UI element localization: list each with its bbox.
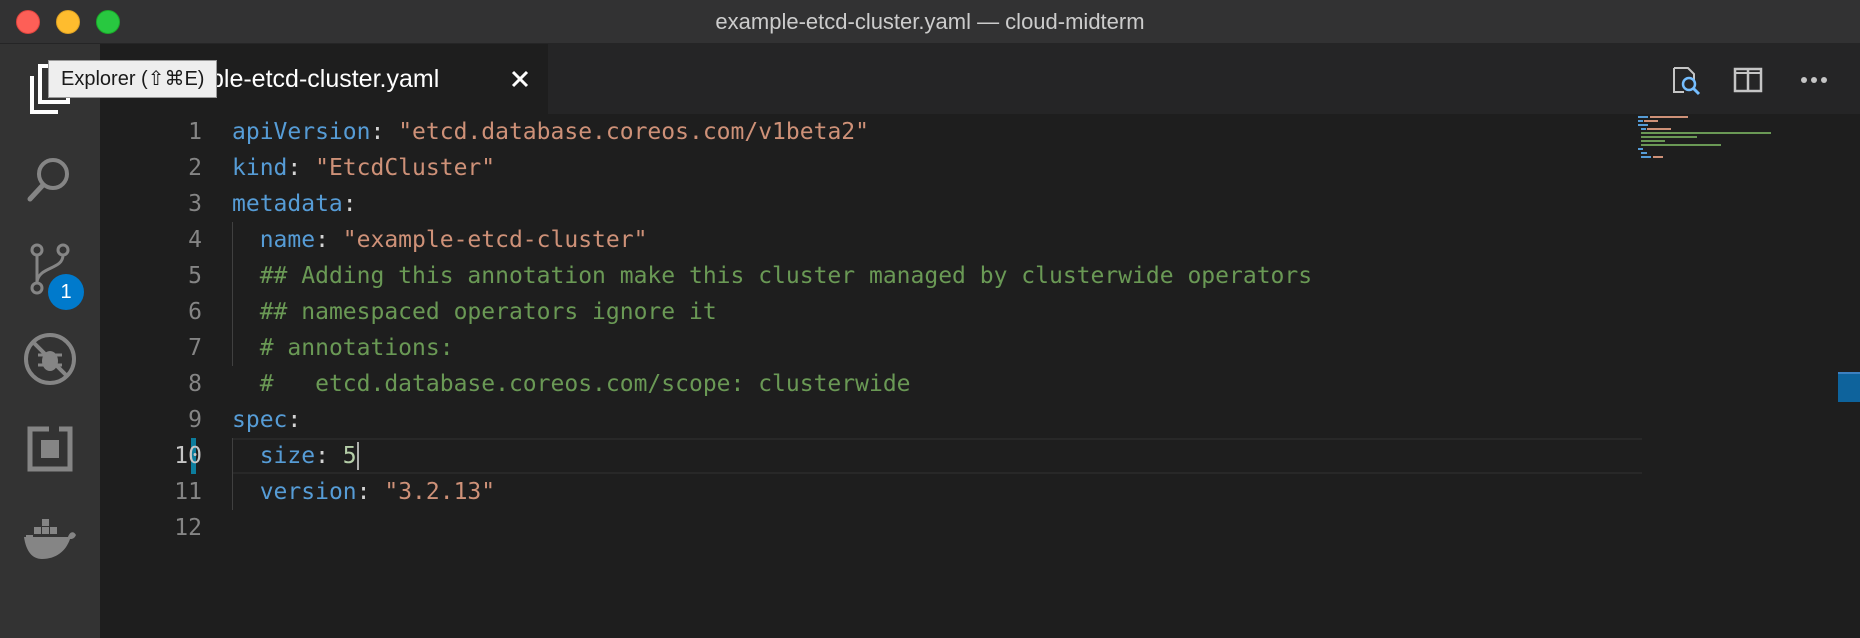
editor-actions	[1660, 44, 1860, 114]
minimap-line	[1641, 156, 1651, 158]
code-token: apiVersion	[232, 119, 371, 145]
minimap[interactable]	[1638, 114, 1818, 638]
split-editor-icon[interactable]	[1732, 64, 1764, 96]
code-token: :	[356, 479, 385, 505]
code-line: ## Adding this annotation make this clus…	[232, 258, 1312, 294]
minimap-line	[1647, 128, 1671, 130]
minimap-line	[1638, 116, 1648, 118]
code-token: version	[259, 479, 357, 505]
activity-search[interactable]	[0, 134, 100, 224]
code-token: size	[259, 443, 316, 469]
code-line: apiVersion: "etcd.database.coreos.com/v1…	[232, 114, 869, 150]
code-token: :	[370, 119, 399, 145]
code-token: :	[315, 443, 343, 469]
activity-docker[interactable]	[0, 494, 100, 584]
minimap-line	[1641, 140, 1665, 142]
tab-bar: ple-etcd-cluster.yaml	[100, 44, 1860, 114]
minimap-line	[1638, 124, 1648, 126]
code-token: # annotations:	[259, 335, 454, 361]
code-token: :	[342, 191, 357, 217]
minimap-line	[1641, 144, 1721, 146]
minimap-line	[1653, 156, 1663, 158]
ellipsis-icon[interactable]	[1798, 64, 1830, 96]
explorer-tooltip: Explorer (⇧⌘E)	[48, 60, 218, 98]
line-number: 6	[188, 299, 202, 325]
minimap-line	[1641, 132, 1771, 134]
code-token: "example-etcd-cluster"	[342, 227, 648, 253]
code-token: ## Adding this annotation make this clus…	[259, 263, 1313, 289]
source-control-badge: 1	[48, 274, 84, 310]
code-line: kind: "EtcdCluster"	[232, 150, 495, 186]
code-token: :	[315, 227, 343, 253]
line-number: 11	[174, 479, 202, 505]
minimap-line	[1641, 128, 1646, 130]
line-number: 1	[188, 119, 202, 145]
code-editor[interactable]: 1 2 3 4 5 6 7 8 9 10 11 12 apiVersion: "etcd.databa…	[100, 114, 1860, 638]
code-token: name	[259, 227, 316, 253]
scrollbar-cursor-marker	[1838, 372, 1860, 402]
line-number: 9	[188, 407, 202, 433]
tab-label: ple-etcd-cluster.yaml	[210, 65, 440, 93]
code-token: "3.2.13"	[384, 479, 496, 505]
line-number: 8	[188, 371, 202, 397]
code-token: # etcd.database.coreos.com/scope: cluste…	[259, 371, 911, 397]
activity-source-control[interactable]: 1	[0, 224, 100, 314]
minimap-line	[1644, 120, 1658, 122]
search-icon	[27, 158, 69, 202]
debug-icon	[24, 333, 76, 385]
code-token: :	[287, 407, 302, 433]
line-number: 10	[174, 443, 202, 469]
code-area[interactable]: apiVersion: "etcd.database.coreos.com/v1…	[232, 114, 1742, 638]
text-cursor	[356, 442, 359, 470]
code-token: 5	[342, 443, 357, 469]
minimap-line	[1638, 120, 1643, 122]
line-number: 3	[188, 191, 202, 217]
line-number-gutter: 1 2 3 4 5 6 7 8 9 10 11 12	[100, 114, 220, 638]
close-icon[interactable]	[508, 67, 532, 91]
minimap-line	[1641, 136, 1697, 138]
code-line: ## namespaced operators ignore it	[232, 294, 717, 330]
activity-debug[interactable]	[0, 314, 100, 404]
code-line: name: "example-etcd-cluster"	[232, 222, 648, 258]
code-token: kind	[232, 155, 288, 181]
current-line-highlight	[232, 438, 1642, 474]
docker-icon	[24, 519, 76, 559]
window-title: example-etcd-cluster.yaml — cloud-midter…	[715, 9, 1145, 34]
code-line: version: "3.2.13"	[232, 474, 495, 510]
activity-extensions[interactable]	[0, 404, 100, 494]
code-token: "etcd.database.coreos.com/v1beta2"	[398, 119, 869, 145]
code-token: "EtcdCluster"	[315, 155, 496, 181]
title-bar: example-etcd-cluster.yaml — cloud-midter…	[0, 0, 1860, 44]
code-line: size: 5	[232, 438, 357, 474]
minimap-line	[1641, 152, 1647, 154]
line-number: 12	[174, 515, 202, 541]
line-number: 7	[188, 335, 202, 361]
line-number: 2	[188, 155, 202, 181]
code-line: metadata:	[232, 186, 357, 222]
line-number: 5	[188, 263, 202, 289]
code-line: # annotations:	[232, 330, 454, 366]
code-token: ## namespaced operators ignore it	[259, 299, 717, 325]
code-token: metadata	[232, 191, 343, 217]
code-line: # etcd.database.coreos.com/scope: cluste…	[232, 366, 911, 402]
minimap-line	[1638, 148, 1643, 150]
search-preview-icon[interactable]	[1670, 64, 1702, 96]
code-line: spec:	[232, 402, 301, 438]
code-token: spec	[232, 407, 288, 433]
code-token: :	[287, 155, 316, 181]
activity-bar: 1	[0, 44, 100, 638]
line-number: 4	[188, 227, 202, 253]
extensions-icon	[27, 426, 73, 472]
minimap-line	[1650, 116, 1688, 118]
